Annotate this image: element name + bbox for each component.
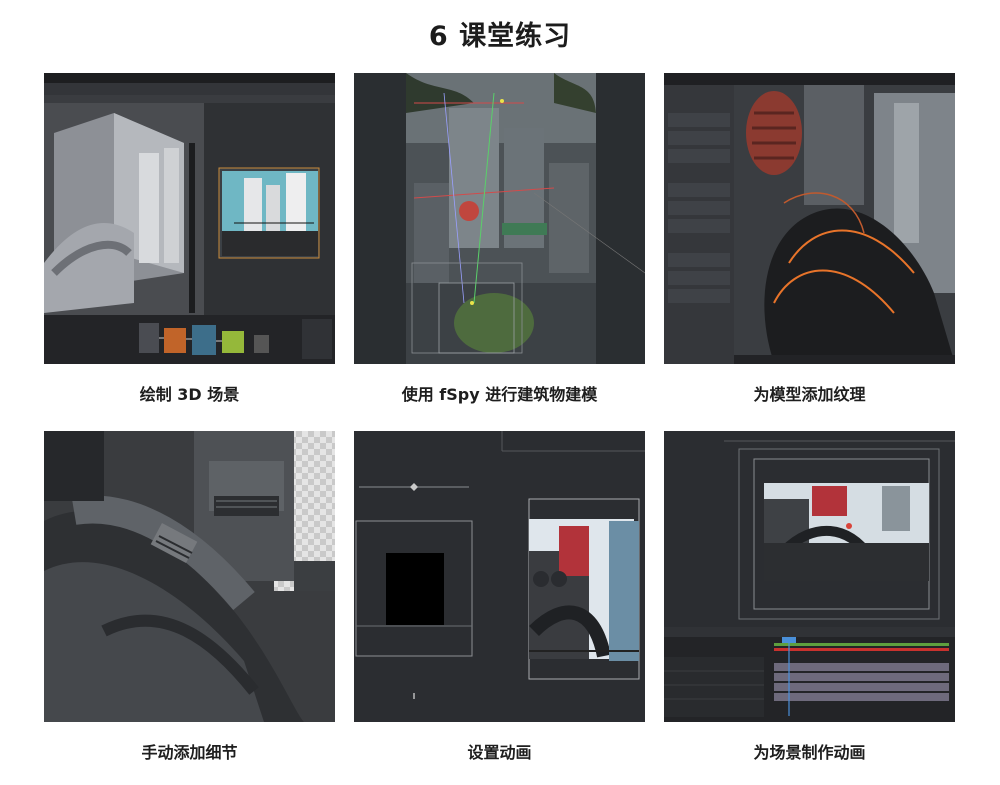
exercise-grid: 绘制 3D 场景 使用 fSpy 进行建筑物建模 为模型添加纹理 手动添加细节 … xyxy=(44,73,956,773)
exercise-caption-3: 为模型添加纹理 xyxy=(753,385,866,404)
exercise-caption-1: 绘制 3D 场景 xyxy=(139,385,240,404)
exercise-card-2[interactable]: 使用 fSpy 进行建筑物建模 xyxy=(354,73,645,405)
animation-camera-image xyxy=(354,431,645,722)
exercise-card-1[interactable]: 绘制 3D 场景 xyxy=(44,73,335,405)
fspy-building-image xyxy=(354,73,645,364)
exercise-card-5[interactable]: 设置动画 xyxy=(354,431,645,763)
scene-animation-timeline-image xyxy=(664,431,955,722)
exercise-caption-6: 为场景制作动画 xyxy=(753,743,866,762)
blender-3d-scene-image xyxy=(44,73,335,364)
exercise-caption-4: 手动添加细节 xyxy=(141,743,238,762)
exercise-card-3[interactable]: 为模型添加纹理 xyxy=(664,73,955,405)
exercise-card-4[interactable]: 手动添加细节 xyxy=(44,431,335,763)
page-title: 6 课堂练习 xyxy=(428,21,572,52)
exercise-caption-5: 设置动画 xyxy=(467,743,532,762)
detail-pipes-image xyxy=(44,431,335,722)
exercise-caption-2: 使用 fSpy 进行建筑物建模 xyxy=(401,385,598,404)
texture-model-image xyxy=(664,73,955,364)
exercise-card-6[interactable]: 为场景制作动画 xyxy=(664,431,955,763)
